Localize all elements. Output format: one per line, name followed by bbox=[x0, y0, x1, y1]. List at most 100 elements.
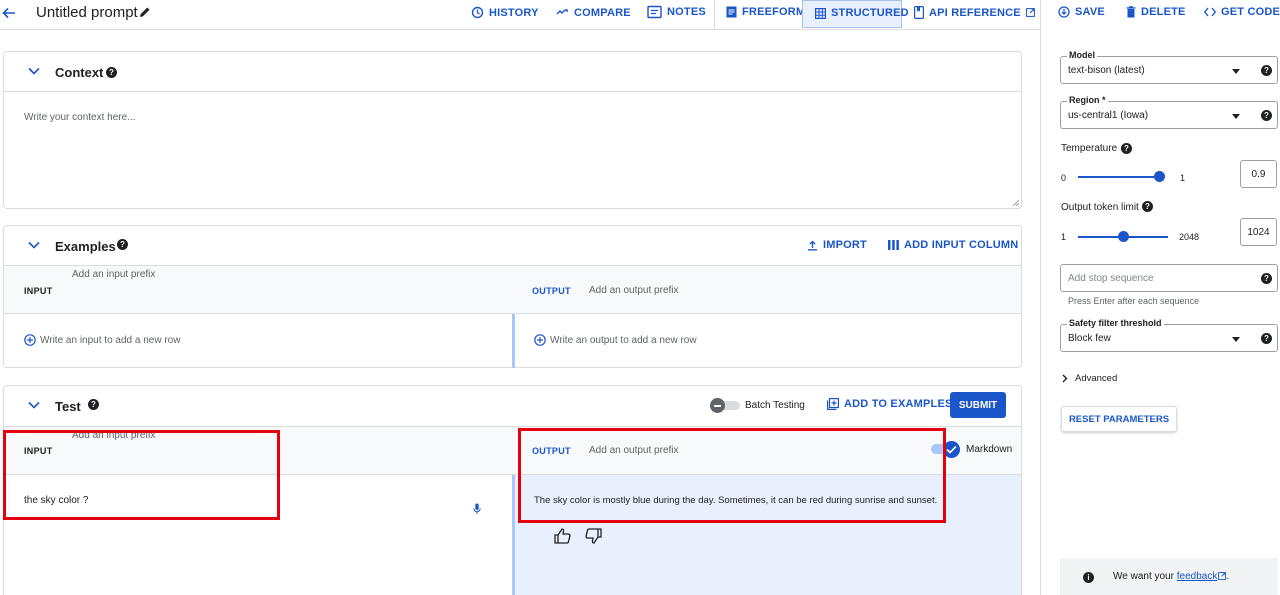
submit-button[interactable]: SUBMIT bbox=[950, 392, 1006, 418]
help-icon[interactable]: ? bbox=[1142, 201, 1153, 212]
test-title: Test bbox=[55, 399, 81, 414]
output-highlight-box bbox=[518, 428, 946, 523]
context-divider bbox=[4, 91, 1021, 92]
stop-sequence-hint: Press Enter after each sequence bbox=[1068, 296, 1200, 306]
examples-column-divider bbox=[512, 314, 515, 368]
header-divider bbox=[1040, 0, 1041, 595]
thumbs-down-icon[interactable] bbox=[585, 528, 602, 544]
model-select[interactable]: Model text-bison (latest) ? bbox=[1060, 50, 1278, 84]
api-reference-label: API REFERENCE bbox=[929, 6, 1021, 19]
help-icon[interactable]: ? bbox=[117, 239, 128, 250]
resize-handle-icon[interactable] bbox=[1012, 199, 1019, 206]
get-code-button[interactable]: GET CODE bbox=[1204, 6, 1280, 18]
temperature-max: 1 bbox=[1180, 173, 1186, 183]
upload-icon bbox=[807, 240, 818, 251]
stop-sequence-input[interactable]: Add stop sequence ? bbox=[1060, 264, 1278, 292]
api-reference-button[interactable]: API REFERENCE bbox=[914, 6, 1035, 19]
help-icon[interactable]: ? bbox=[1121, 143, 1132, 154]
prompt-title[interactable]: Untitled prompt bbox=[36, 4, 138, 21]
compare-label: COMPARE bbox=[574, 6, 631, 19]
add-input-column-label: ADD INPUT COLUMN bbox=[904, 239, 1019, 251]
advanced-label: Advanced bbox=[1075, 373, 1118, 384]
help-icon[interactable]: ? bbox=[1261, 65, 1272, 76]
save-label: SAVE bbox=[1075, 6, 1105, 18]
token-limit-label: Output token limit bbox=[1061, 202, 1139, 213]
help-icon[interactable]: ? bbox=[1261, 273, 1272, 284]
compare-button[interactable]: COMPARE bbox=[556, 6, 631, 19]
toolbar-divider bbox=[714, 0, 715, 30]
examples-output-row[interactable]: Write an output to add a new row bbox=[534, 334, 697, 346]
freeform-tab[interactable]: FREEFORM bbox=[726, 6, 805, 18]
dropdown-arrow-icon bbox=[1232, 337, 1240, 342]
notes-label: NOTES bbox=[667, 6, 706, 18]
info-icon: i bbox=[1083, 572, 1094, 583]
import-label: IMPORT bbox=[823, 239, 867, 251]
examples-input-row[interactable]: Write an input to add a new row bbox=[24, 334, 180, 346]
temperature-label: Temperature bbox=[1061, 143, 1118, 154]
notes-button[interactable]: NOTES bbox=[647, 5, 706, 19]
chevron-down-icon[interactable] bbox=[28, 67, 40, 75]
save-button[interactable]: SAVE bbox=[1058, 6, 1105, 18]
external-link-icon bbox=[1025, 8, 1035, 17]
temperature-min: 0 bbox=[1061, 173, 1067, 183]
back-arrow-icon[interactable] bbox=[2, 6, 16, 20]
examples-input-label: INPUT bbox=[24, 286, 53, 296]
safety-filter-select[interactable]: Safety filter threshold Block few ? bbox=[1060, 318, 1278, 352]
help-icon[interactable]: ? bbox=[1261, 110, 1272, 121]
freeform-icon bbox=[726, 6, 737, 18]
token-thumb[interactable] bbox=[1118, 231, 1129, 242]
advanced-toggle[interactable]: Advanced bbox=[1062, 373, 1117, 384]
feedback-suffix: . bbox=[1226, 571, 1230, 582]
code-icon bbox=[1204, 7, 1216, 17]
token-input[interactable]: 1024 bbox=[1240, 218, 1277, 246]
microphone-icon[interactable] bbox=[473, 503, 481, 515]
trash-icon bbox=[1126, 6, 1136, 18]
input-highlight-box bbox=[3, 430, 280, 520]
import-button[interactable]: IMPORT bbox=[807, 239, 867, 251]
help-icon[interactable]: ? bbox=[1261, 333, 1272, 344]
stop-sequence-placeholder: Add stop sequence bbox=[1068, 273, 1154, 284]
delete-label: DELETE bbox=[1141, 6, 1186, 18]
token-slider[interactable] bbox=[1078, 230, 1168, 244]
examples-output-prefix[interactable]: Add an output prefix bbox=[589, 285, 679, 296]
checkmark-icon bbox=[946, 445, 957, 454]
add-to-examples-label: ADD TO EXAMPLES bbox=[844, 398, 953, 410]
help-icon[interactable]: ? bbox=[106, 67, 117, 78]
chevron-down-icon[interactable] bbox=[28, 401, 40, 409]
reset-parameters-button[interactable]: RESET PARAMETERS bbox=[1061, 406, 1177, 432]
examples-output-label: OUTPUT bbox=[532, 286, 571, 296]
temperature-slider[interactable] bbox=[1078, 170, 1168, 184]
history-button[interactable]: HISTORY bbox=[471, 6, 539, 19]
examples-card: Examples ? IMPORT ADD INPUT COLUMN Add a… bbox=[3, 225, 1022, 368]
add-circle-icon bbox=[24, 334, 36, 346]
add-circle-icon bbox=[534, 334, 546, 346]
examples-column-header bbox=[4, 265, 1021, 314]
columns-icon bbox=[888, 240, 899, 250]
chevron-down-icon[interactable] bbox=[28, 241, 40, 249]
help-icon[interactable]: ? bbox=[88, 399, 99, 410]
structured-tab[interactable]: STRUCTURED bbox=[802, 0, 909, 28]
context-input[interactable]: Write your context here... bbox=[24, 112, 136, 123]
temperature-track bbox=[1078, 176, 1161, 178]
dropdown-arrow-icon bbox=[1232, 69, 1240, 74]
context-card: Context ? Write your context here... bbox=[3, 51, 1022, 209]
markdown-label: Markdown bbox=[966, 444, 1013, 455]
feedback-banner: i We want your feedback. bbox=[1060, 558, 1278, 595]
region-select[interactable]: Region * us-central1 (Iowa) ? bbox=[1060, 95, 1278, 129]
batch-testing-toggle[interactable] bbox=[710, 398, 740, 413]
region-label: Region * bbox=[1067, 95, 1108, 105]
add-input-column-button[interactable]: ADD INPUT COLUMN bbox=[888, 239, 1018, 251]
add-to-examples-button[interactable]: ADD TO EXAMPLES bbox=[827, 398, 953, 410]
edit-pencil-icon[interactable] bbox=[139, 6, 151, 18]
examples-output-placeholder: Write an output to add a new row bbox=[550, 334, 697, 346]
save-icon bbox=[1058, 6, 1070, 18]
temperature-input[interactable]: 0.9 bbox=[1240, 160, 1277, 188]
delete-button[interactable]: DELETE bbox=[1126, 6, 1186, 18]
feedback-link[interactable]: feedback bbox=[1177, 571, 1218, 582]
safety-filter-value: Block few bbox=[1068, 333, 1111, 344]
safety-filter-label: Safety filter threshold bbox=[1067, 318, 1164, 328]
temperature-thumb[interactable] bbox=[1154, 171, 1165, 182]
freeform-label: FREEFORM bbox=[742, 6, 806, 18]
thumbs-up-icon[interactable] bbox=[554, 528, 571, 544]
examples-input-prefix[interactable]: Add an input prefix bbox=[72, 269, 155, 280]
